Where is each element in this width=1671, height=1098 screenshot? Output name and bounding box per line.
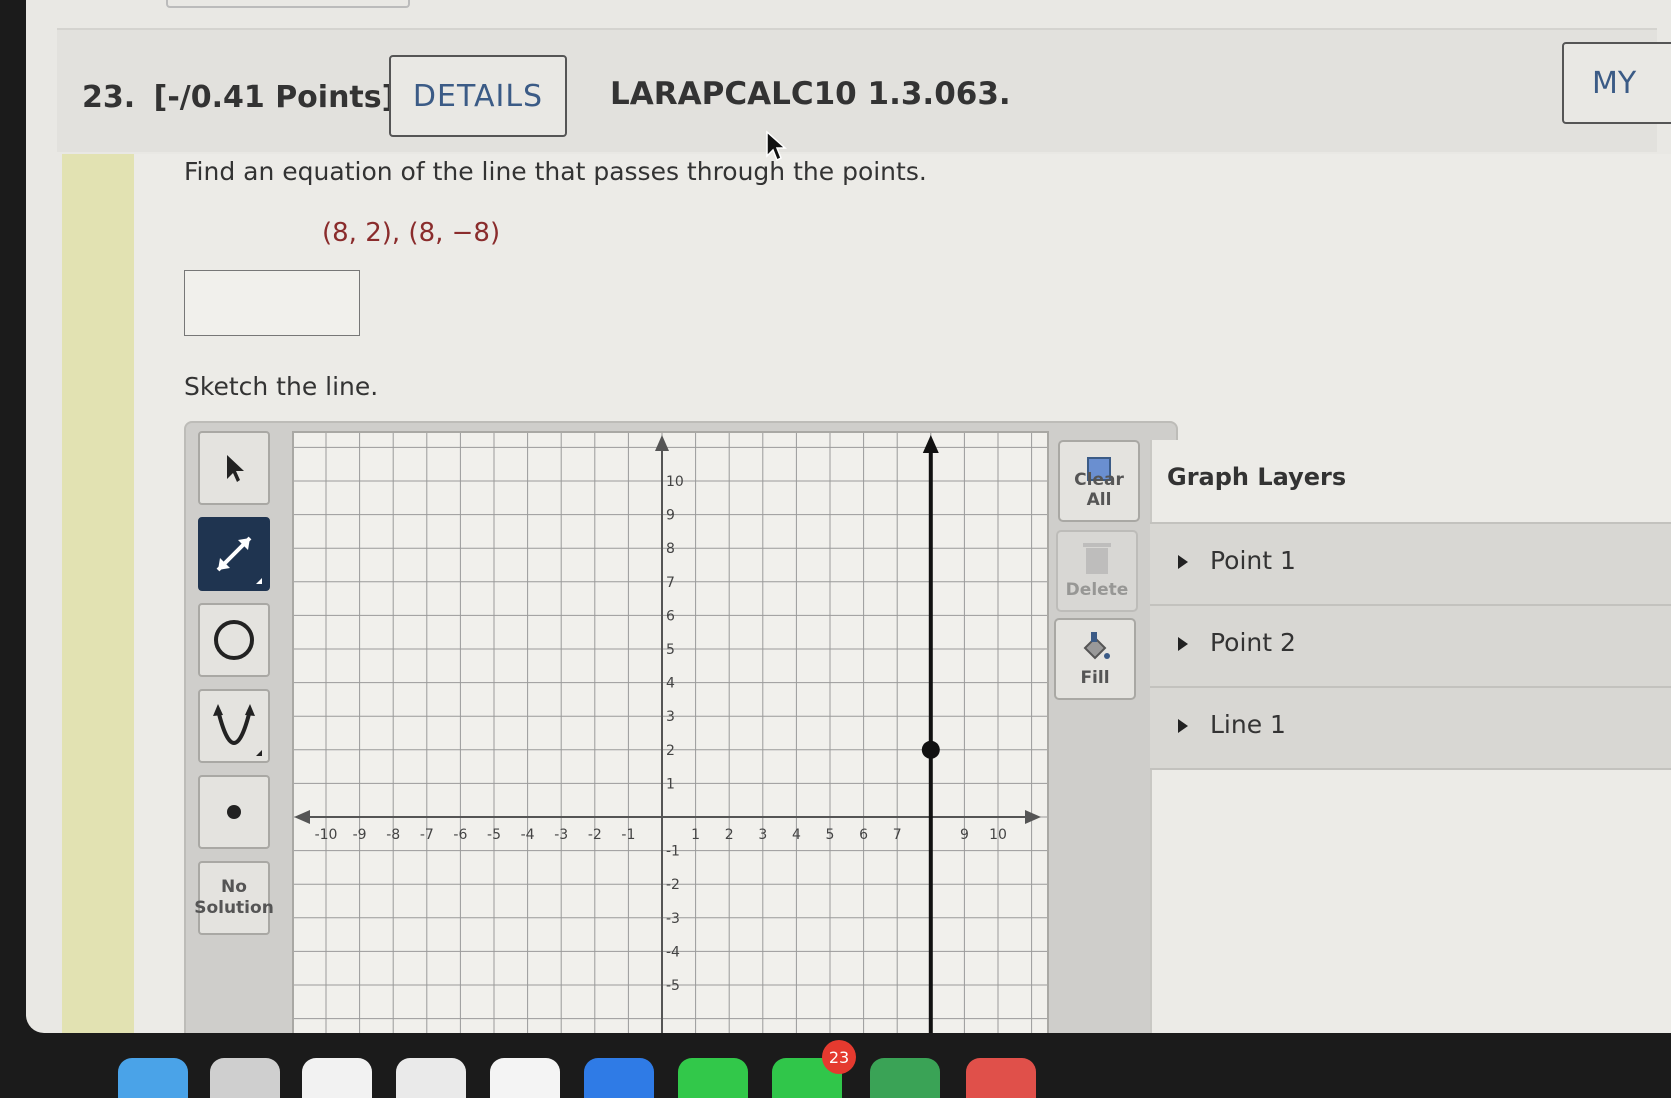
y-tick-label: -2 [666,877,680,893]
y-tick-label: -1 [666,844,680,860]
my-notes-button[interactable]: MY [1562,42,1671,124]
launchpad-icon[interactable] [210,1058,280,1098]
chrome-icon[interactable] [490,1058,560,1098]
question-number-points: 23. [-/0.41 Points] [82,80,395,115]
plotted-point [921,740,940,759]
y-tick-label: -5 [666,978,680,994]
y-tick-label: 1 [666,776,675,792]
equation-answer-input[interactable] [184,270,360,336]
sketch-prompt: Sketch the line. [184,372,379,401]
graph-layers-title: Graph Layers [1167,463,1347,491]
x-tick-label: -9 [353,827,367,843]
question-prompt: Find an equation of the line that passes… [184,157,927,186]
x-tick-label: -7 [420,827,434,843]
x-tick-label: 6 [859,827,868,843]
problem-code: LARAPCALC10 1.3.063. [610,76,1011,112]
y-tick-label: 4 [666,676,675,692]
x-axis-arrow-right [1025,810,1041,824]
y-tick-label: 9 [666,508,675,524]
y-tick-label: 3 [666,709,675,725]
layer-label-line-1: Line 1 [1210,710,1286,739]
x-tick-label: -3 [554,827,568,843]
calendar-icon[interactable] [966,1058,1036,1098]
paint-bucket-icon [1083,632,1110,660]
x-tick-label: -6 [453,827,467,843]
x-tick-label: 7 [893,827,902,843]
layer-label-point-1: Point 1 [1210,546,1296,575]
fill-label: Fill [1080,668,1110,688]
graph-canvas[interactable]: -10 -9 -8 -7 -6 -5 -4 -3 -2 -1 1 2 3 4 5 6 7 9 10 10 9 8 7 6 5 4 3… [294,433,1047,1033]
line-segment-icon [216,536,262,584]
question-accent-bar [62,154,134,1034]
line-tool-button[interactable] [198,517,270,591]
x-tick-label: 10 [989,827,1007,843]
y-tick-label: -3 [666,911,680,927]
y-tick-label: 6 [666,608,675,624]
photos-icon[interactable] [302,1058,372,1098]
expand-caret-icon[interactable] [1178,719,1188,733]
plotted-line-arrow [922,435,939,453]
x-tick-label: -1 [621,827,635,843]
clear-all-button[interactable]: Clear All [1058,440,1140,522]
notification-badge: 23 [822,1040,856,1074]
expand-caret-icon[interactable] [1178,637,1188,651]
x-tick-label: -5 [487,827,501,843]
x-tick-label: -10 [315,827,338,843]
parabola-icon [213,704,262,756]
circle-tool-button[interactable] [198,603,270,677]
x-tick-label: 1 [691,827,700,843]
question-number: 23. [82,80,136,115]
mouse-cursor-icon [766,130,787,162]
no-solution-label: No Solution [194,877,274,918]
delete-label: Delete [1065,580,1129,600]
select-tool-button[interactable] [198,431,270,505]
x-axis-arrow-left [294,810,310,824]
parabola-tool-button[interactable] [198,689,270,763]
point-icon [227,805,241,819]
safari-icon[interactable] [396,1058,466,1098]
fill-button[interactable]: Fill [1054,618,1136,700]
no-solution-button[interactable]: No Solution [194,861,274,935]
top-stub [166,0,410,8]
x-tick-label: 2 [725,827,734,843]
arrow-cursor-icon [227,455,244,482]
mail-icon[interactable] [584,1058,654,1098]
y-tick-label: 8 [666,541,675,557]
y-tick-label: 5 [666,642,675,658]
given-points: (8, 2), (8, −8) [322,218,501,248]
details-button[interactable]: DETAILS [389,55,567,137]
x-tick-label: 9 [960,827,969,843]
trash-icon [1083,543,1111,574]
y-tick-label: 7 [666,575,675,591]
y-tick-label: -4 [666,944,680,960]
x-tick-label: -8 [386,827,400,843]
y-axis-arrow-up [655,435,669,451]
x-tick-label: 5 [826,827,835,843]
y-tick-label: 2 [666,743,675,759]
clear-all-label: Clear All [1074,470,1124,510]
coordinate-graph[interactable]: -10 -9 -8 -7 -6 -5 -4 -3 -2 -1 1 2 3 4 5 6 7 9 10 10 9 8 7 6 5 4 3… [292,431,1049,1035]
facetime-icon[interactable] [678,1058,748,1098]
x-tick-label: 4 [792,827,801,843]
expand-caret-icon[interactable] [1178,555,1188,569]
circle-icon [214,620,254,660]
x-tick-label: -4 [521,827,535,843]
x-tick-label: -2 [588,827,602,843]
layer-label-point-2: Point 2 [1210,628,1296,657]
finder-icon[interactable] [118,1058,188,1098]
point-tool-button[interactable] [198,775,270,849]
y-tick-label: 10 [666,474,684,490]
x-tick-label: 3 [758,827,767,843]
delete-button[interactable]: Delete [1056,530,1138,612]
maps-icon[interactable] [870,1058,940,1098]
points-label: [-/0.41 Points] [153,80,396,115]
